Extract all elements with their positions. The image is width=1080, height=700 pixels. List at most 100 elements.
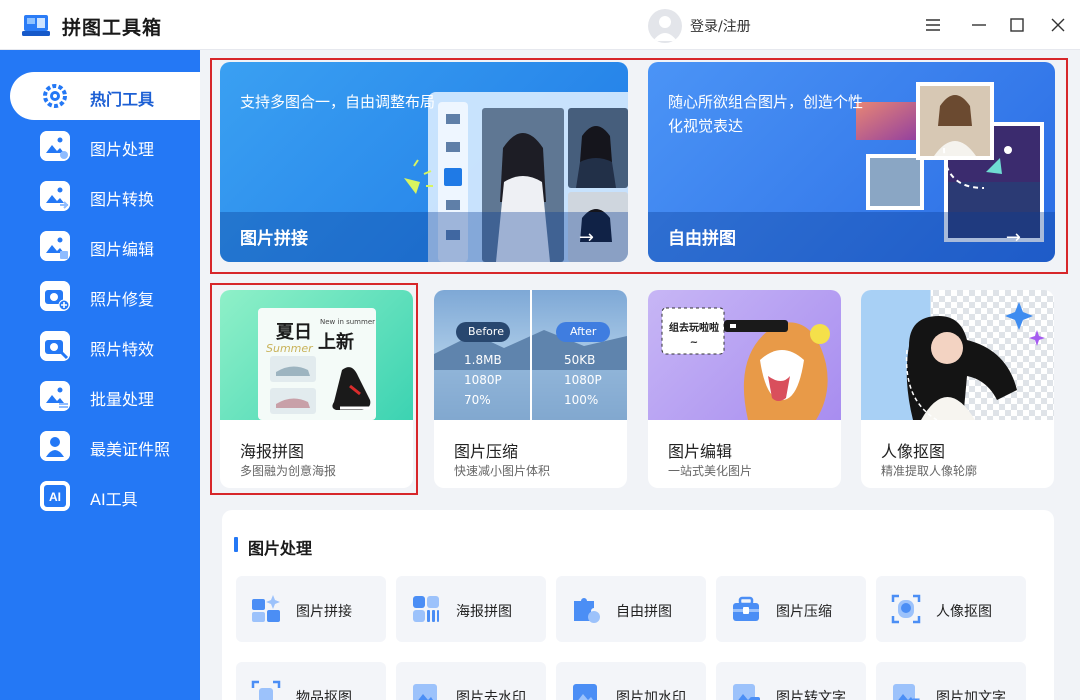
card-subtitle: 多图融为创意海报 — [240, 464, 337, 478]
card-subtitle: 快速减小图片体积 — [454, 464, 551, 478]
close-button[interactable] — [1047, 14, 1069, 36]
sidebar-item-image-edit[interactable]: 图片编辑 — [10, 222, 200, 270]
speech-bubble-text: 组去玩啦啦~ — [669, 323, 719, 348]
card-image-edit[interactable]: 组去玩啦啦~ 图片编辑 一站式美化图片 — [648, 290, 841, 488]
poster-grid-icon — [413, 596, 439, 622]
gear-icon — [43, 84, 67, 108]
tool-label: 图片加水印 — [616, 690, 686, 700]
after-values: 50KB 1080P 100% — [564, 350, 602, 410]
tool-object-cutout[interactable]: 物品抠图 — [236, 662, 386, 700]
user-avatar[interactable] — [648, 9, 682, 43]
sidebar-item-label: 照片特效 — [90, 340, 155, 359]
sidebar-item-label: 批量处理 — [90, 390, 155, 409]
sidebar-item-label: 图片编辑 — [90, 240, 155, 259]
tool-image-stitch[interactable]: 图片拼接 — [236, 576, 386, 642]
tool-label: 图片拼接 — [296, 604, 352, 620]
puzzle-icon — [252, 595, 280, 622]
portrait-cutout-icon — [891, 594, 921, 624]
compress-box-icon — [733, 596, 759, 621]
card-poster-collage[interactable]: 夏日 上新 New in summer Summer 海报拼图 多图融为创意海报 — [220, 290, 413, 488]
sidebar-item-photo-effects[interactable]: 照片特效 — [10, 322, 200, 370]
tool-label: 人像抠图 — [936, 604, 992, 620]
object-cutout-icon — [251, 680, 281, 700]
arrow-right-icon: → — [578, 227, 594, 248]
maximize-icon — [1010, 18, 1024, 32]
card-title: 图片压缩 — [454, 442, 519, 461]
sidebar-item-label: 图片处理 — [90, 140, 155, 159]
batch-icon — [40, 381, 70, 411]
tool-label: 海报拼图 — [456, 604, 512, 620]
menu-button[interactable] — [922, 14, 944, 36]
sidebar-item-hot-tools[interactable]: 热门工具 — [10, 72, 200, 120]
tool-label: 图片去水印 — [456, 690, 526, 700]
poster-small-text: New in summer — [320, 318, 376, 326]
sidebar-item-image-convert[interactable]: 图片转换 — [10, 172, 200, 220]
remove-watermark-icon — [413, 684, 437, 700]
login-register-link[interactable]: 登录/注册 — [690, 16, 751, 36]
add-text-icon: T — [893, 684, 920, 700]
banner-free-collage[interactable]: 随心所欲组合图片，创造个性化视觉表达 自由拼图 → — [648, 62, 1055, 262]
section-accent-bar — [234, 537, 238, 552]
poster-script-text: Summer — [266, 342, 313, 355]
after-size: 50KB — [564, 353, 596, 367]
section-image-processing: 图片处理 图片拼接 海报拼图 自由拼图 图片压缩 人像抠图 物品抠图 图片去水印… — [222, 510, 1054, 700]
image-convert-icon — [40, 181, 70, 211]
id-photo-icon — [40, 431, 70, 461]
compress-thumbnail: Before After 1.8MB 1080P 70% 50KB 1080P … — [434, 290, 627, 420]
camera-plus-icon — [40, 281, 70, 311]
sidebar-item-label: 热门工具 — [90, 90, 155, 109]
tool-poster-collage[interactable]: 海报拼图 — [396, 576, 546, 642]
tool-image-to-text[interactable]: 图片转文字 — [716, 662, 866, 700]
image-process-icon — [40, 131, 70, 161]
image-to-text-icon — [733, 684, 760, 700]
poster-thumbnail: 夏日 上新 New in summer Summer — [220, 290, 413, 420]
tool-portrait-cutout[interactable]: 人像抠图 — [876, 576, 1026, 642]
sidebar-item-label: AI工具 — [90, 490, 138, 509]
tool-add-watermark[interactable]: 图片加水印 — [556, 662, 706, 700]
tool-image-compress[interactable]: 图片压缩 — [716, 576, 866, 642]
banner-title: 图片拼接 — [240, 229, 308, 249]
card-image-compress[interactable]: Before After 1.8MB 1080P 70% 50KB 1080P … — [434, 290, 627, 488]
card-subtitle: 一站式美化图片 — [668, 464, 753, 478]
tool-label: 图片加文字 — [936, 690, 1006, 700]
app-title: 拼图工具箱 — [62, 17, 163, 39]
after-quality: 100% — [564, 393, 599, 407]
tool-remove-watermark[interactable]: 图片去水印 — [396, 662, 546, 700]
after-label: After — [570, 325, 597, 338]
sidebar-item-label: 最美证件照 — [90, 440, 171, 459]
portrait-thumbnail — [861, 290, 1054, 420]
tool-label: 图片压缩 — [776, 604, 832, 620]
jigsaw-icon — [574, 598, 600, 623]
after-resolution: 1080P — [564, 373, 602, 387]
sidebar-item-photo-repair[interactable]: 照片修复 — [10, 272, 200, 320]
poster-headline-b: 上新 — [318, 332, 354, 353]
sidebar-item-label: 图片转换 — [90, 190, 155, 209]
title-bar: 拼图工具箱 登录/注册 — [0, 0, 1080, 50]
card-title: 海报拼图 — [240, 442, 305, 461]
banner-image-stitch[interactable]: 支持多图合一，自由调整布局 图片拼接 → — [220, 62, 628, 262]
sidebar-item-id-photo[interactable]: 最美证件照 — [10, 422, 200, 470]
card-title: 人像抠图 — [881, 442, 946, 461]
ai-icon: AI — [40, 481, 70, 511]
sidebar-item-label: 照片修复 — [90, 290, 155, 309]
before-label: Before — [468, 325, 504, 338]
minimize-icon — [972, 24, 986, 26]
main-content: 支持多图合一，自由调整布局 图片拼接 → 随心所欲组合图片，创造个性化视觉表达 … — [200, 50, 1080, 700]
section-title: 图片处理 — [248, 539, 313, 558]
minimize-button[interactable] — [968, 14, 990, 36]
camera-effect-icon — [40, 331, 70, 361]
sidebar-item-ai-tools[interactable]: AI AI工具 — [10, 472, 200, 520]
tool-add-text[interactable]: T 图片加文字 — [876, 662, 1026, 700]
before-size: 1.8MB — [464, 353, 502, 367]
sidebar-item-batch[interactable]: 批量处理 — [10, 372, 200, 420]
hamburger-icon — [926, 19, 940, 31]
edit-thumbnail: 组去玩啦啦~ — [648, 290, 841, 420]
svg-text:T: T — [912, 696, 920, 700]
maximize-button[interactable] — [1006, 14, 1028, 36]
svg-text:AI: AI — [49, 490, 61, 504]
card-title: 图片编辑 — [668, 442, 733, 461]
card-portrait-cutout[interactable]: 人像抠图 精准提取人像轮廓 — [861, 290, 1054, 488]
sidebar-item-image-process[interactable]: 图片处理 — [10, 122, 200, 170]
add-watermark-icon — [573, 684, 597, 700]
tool-free-collage[interactable]: 自由拼图 — [556, 576, 706, 642]
